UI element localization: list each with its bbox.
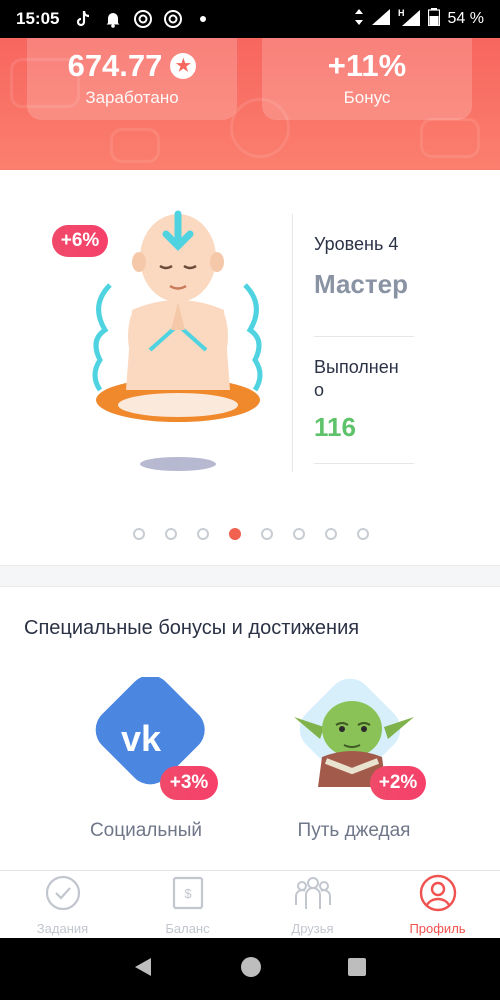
tab-label: Профиль xyxy=(409,921,466,936)
check-circle-icon xyxy=(43,873,83,913)
bonuses-title: Специальные бонусы и достижения xyxy=(24,617,360,639)
tiktok-icon xyxy=(73,9,93,29)
level-bonus-badge: +6% xyxy=(52,225,108,257)
pagination-dot[interactable] xyxy=(197,528,209,540)
chrome-icon xyxy=(133,9,153,29)
bonus-card[interactable]: +11% Бонус xyxy=(262,38,472,120)
pagination-dot[interactable] xyxy=(229,528,241,540)
tab-friends[interactable]: Друзья xyxy=(250,871,375,938)
home-icon[interactable] xyxy=(240,956,262,983)
completed-value: 116 xyxy=(314,412,356,442)
h-signal-icon: H xyxy=(398,8,420,31)
section-separator xyxy=(0,565,500,587)
bonus-item-social[interactable]: vk +3% Социальный xyxy=(56,675,236,852)
dot-icon xyxy=(193,9,213,29)
bonus-label: Социальный xyxy=(89,820,203,841)
tab-balance[interactable]: $ Баланс xyxy=(125,871,250,938)
chrome-icon xyxy=(163,9,183,29)
earned-value-row: 674.77 ★ xyxy=(27,48,237,84)
pagination-dot[interactable] xyxy=(293,528,305,540)
svg-text:H: H xyxy=(398,8,405,18)
pagination-dot[interactable] xyxy=(261,528,273,540)
bottom-tab-bar: Задания $ Баланс Друзья Профиль xyxy=(0,870,500,938)
bonuses-section: Специальные бонусы и достижения vk +3% С… xyxy=(0,587,500,870)
level-info: Уровень 4 Мастер xyxy=(314,234,424,300)
carousel-pagination[interactable] xyxy=(0,528,500,542)
bonus-label: Бонус xyxy=(343,88,391,107)
profile-icon xyxy=(418,873,458,913)
bonus-item-jedi[interactable]: +2% Путь джедая xyxy=(264,677,444,852)
signal-icon xyxy=(371,8,390,30)
status-time: 15:05 xyxy=(16,9,60,28)
background-pattern xyxy=(110,128,160,163)
pagination-dot[interactable] xyxy=(165,528,177,540)
star-icon: ★ xyxy=(170,53,197,79)
completed-info: Выполнен о 116 xyxy=(314,356,424,443)
bonus-badge: +2% xyxy=(370,766,426,800)
bonus-badge: +3% xyxy=(160,766,218,800)
data-arrows-icon xyxy=(354,8,364,30)
tab-label: Друзья xyxy=(291,921,334,936)
header: 674.77 ★ Заработано +11% Бонус xyxy=(0,38,500,170)
svg-text:$: $ xyxy=(184,886,192,901)
level-label: Уровень 4 xyxy=(314,234,399,254)
bonus-label: Путь джедая xyxy=(297,820,411,841)
level-name: Мастер xyxy=(314,269,408,299)
battery-percent: 54 % xyxy=(447,10,484,27)
recents-icon[interactable] xyxy=(347,957,367,982)
background-pattern xyxy=(420,118,480,158)
earned-card[interactable]: 674.77 ★ Заработано xyxy=(27,38,237,120)
status-bar: 15:05 H 54 % xyxy=(0,0,500,38)
divider xyxy=(314,463,414,464)
earned-value: 674.77 xyxy=(67,48,163,83)
pagination-dot[interactable] xyxy=(133,528,145,540)
svg-text:vk: vk xyxy=(121,718,162,759)
pagination-dot[interactable] xyxy=(357,528,369,540)
divider xyxy=(292,214,293,472)
friends-icon xyxy=(293,873,333,913)
back-icon[interactable] xyxy=(133,956,155,983)
battery-icon xyxy=(427,7,440,31)
balance-icon: $ xyxy=(168,873,208,913)
earned-label: Заработано xyxy=(85,88,179,107)
tab-label: Задания xyxy=(36,921,89,936)
tab-tasks[interactable]: Задания xyxy=(0,871,125,938)
divider xyxy=(314,336,414,337)
system-nav-bar xyxy=(0,938,500,1000)
bonus-value: +11% xyxy=(327,48,407,83)
level-carousel[interactable]: +6% Уровень 4 Мастер Выполнен о 116 xyxy=(0,170,500,565)
tab-label: Баланс xyxy=(165,921,210,936)
pagination-dot[interactable] xyxy=(325,528,337,540)
completed-label: Выполнен о xyxy=(314,357,399,400)
tab-profile[interactable]: Профиль xyxy=(375,871,500,938)
bell-icon xyxy=(103,9,123,29)
